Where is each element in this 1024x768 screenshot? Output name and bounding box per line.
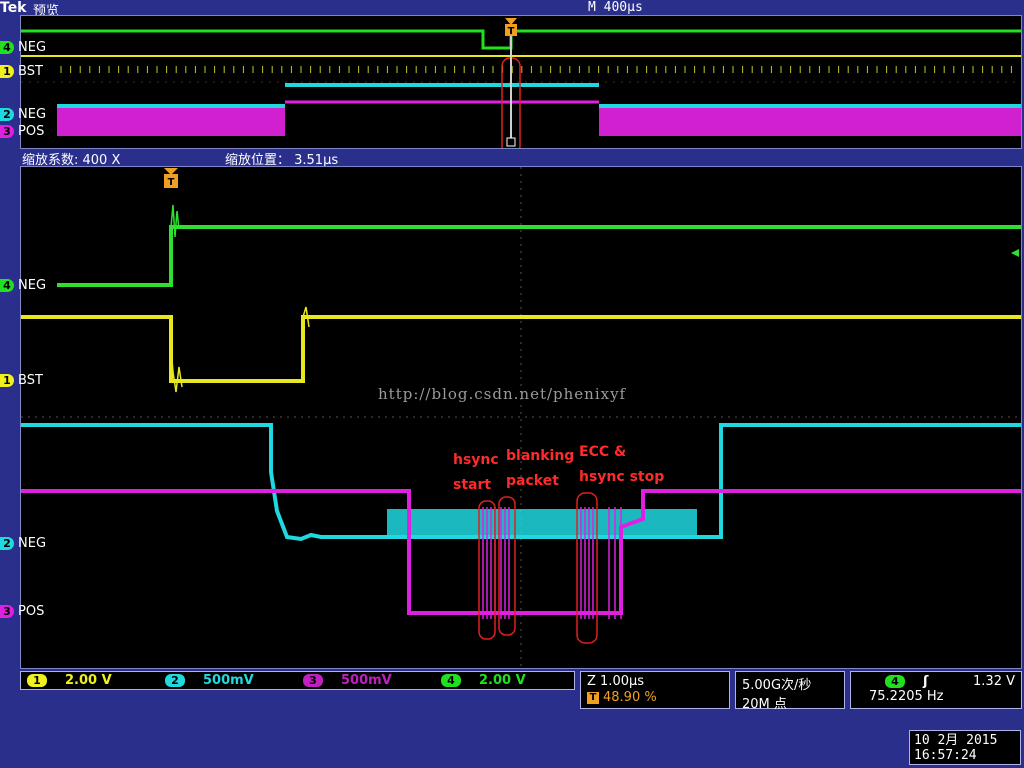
overview-tag-ch2[interactable]: 2 NEG (0, 106, 47, 122)
ch4-label: NEG (18, 39, 47, 55)
zoom-scale-value: Z 1.00µs (587, 674, 645, 689)
trigger-source: 4 (885, 675, 905, 688)
scale-ch2[interactable]: 2 500mV (159, 673, 297, 688)
timebase-readout[interactable]: M 400µs (588, 0, 643, 15)
scale-ch3[interactable]: 3 500mV (297, 673, 435, 688)
ch3-number: 3 (0, 604, 14, 618)
ch1-number: 1 (0, 64, 14, 78)
annotation-hsync-stop: hsync stop (579, 469, 665, 485)
scale-ch2-number: 2 (165, 674, 185, 687)
annotation-start: start (453, 477, 492, 493)
horizontal-readout[interactable]: Z 1.00µs T 48.90 % (580, 671, 730, 709)
datetime-readout: 10 2月 2015 16:57:24 (909, 730, 1021, 765)
zoom-trigger-marker-icon (164, 168, 178, 175)
ch4-number: 4 (0, 278, 14, 292)
rising-edge-icon: ʃ (923, 674, 929, 689)
ch1-label: BST (18, 372, 43, 388)
channel-scale-bar[interactable]: 1 2.00 V 2 500mV 3 500mV 4 2.00 V (20, 671, 575, 690)
trigger-level-arrow-icon (1011, 249, 1019, 257)
trigger-position-icon: T (587, 691, 599, 704)
scale-ch2-value: 500mV (203, 673, 254, 688)
overview-ch3-burst-left (57, 106, 285, 136)
scale-ch3-value: 500mV (341, 673, 392, 688)
watermark: http://blog.csdn.net/phenixyf (378, 385, 627, 403)
overview-ch4-trace (21, 29, 1021, 50)
trigger-position-value: 48.90 % (603, 690, 657, 705)
zoom-tag-ch4[interactable]: 4 NEG (0, 277, 47, 293)
record-length: 20M 点 (742, 697, 787, 712)
sample-rate: 5.00G次/秒 (742, 678, 812, 693)
trigger-readout[interactable]: 4 ʃ 1.32 V 75.2205 Hz (850, 671, 1022, 709)
time: 16:57:24 (914, 748, 977, 763)
overview-tag-ch1[interactable]: 1 BST (0, 63, 43, 79)
overview-ch3-burst-right (599, 106, 1021, 136)
zoom-tag-ch3[interactable]: 3 POS (0, 603, 45, 619)
scale-ch1-number: 1 (27, 674, 47, 687)
zoom-tag-ch1[interactable]: 1 BST (0, 372, 43, 388)
ch1-number: 1 (0, 373, 14, 387)
overview-screen[interactable]: T (20, 15, 1022, 155)
scale-ch4-number: 4 (441, 674, 461, 687)
ch4-label: NEG (18, 277, 47, 293)
date: 10 2月 2015 (914, 733, 998, 748)
ch2-number: 2 (0, 536, 14, 550)
brand-logo: Tek (0, 0, 27, 16)
trigger-frequency: 75.2205 Hz (869, 689, 944, 704)
svg-text:T: T (508, 26, 515, 37)
overview-trigger-marker-icon (505, 18, 517, 25)
scale-ch4[interactable]: 4 2.00 V (435, 673, 573, 688)
ch2-label: NEG (18, 535, 47, 551)
zoom-screen[interactable]: T (20, 166, 1022, 669)
zoom-ch2-burst (387, 509, 697, 535)
overview-ch1-ticks (60, 66, 1012, 73)
ch4-number: 4 (0, 40, 14, 54)
ch1-label: BST (18, 63, 43, 79)
ch3-label: POS (18, 603, 45, 619)
ch3-label: POS (18, 123, 45, 139)
ch3-number: 3 (0, 124, 14, 138)
svg-text:T: T (168, 177, 175, 188)
zoom-ch4-trace (57, 225, 1021, 287)
scale-ch1-value: 2.00 V (65, 673, 112, 688)
acquisition-readout[interactable]: 5.00G次/秒 20M 点 (735, 671, 845, 712)
annotation-hsync: hsync (453, 452, 499, 468)
annotation-packet: packet (506, 473, 559, 489)
ch2-number: 2 (0, 107, 14, 121)
scale-ch3-number: 3 (303, 674, 323, 687)
trigger-level: 1.32 V (973, 674, 1015, 689)
annotation-blanking: blanking (506, 448, 575, 464)
overview-tag-ch3[interactable]: 3 POS (0, 123, 45, 139)
overview-waveforms: T (21, 18, 1021, 155)
overview-tag-ch4[interactable]: 4 NEG (0, 39, 47, 55)
annotation-ecc: ECC & (579, 444, 627, 460)
scale-ch4-value: 2.00 V (479, 673, 526, 688)
scale-ch1[interactable]: 1 2.00 V (21, 673, 159, 688)
zoom-tag-ch2[interactable]: 2 NEG (0, 535, 47, 551)
ch2-label: NEG (18, 106, 47, 122)
zoom-waveforms: T (21, 167, 1021, 668)
